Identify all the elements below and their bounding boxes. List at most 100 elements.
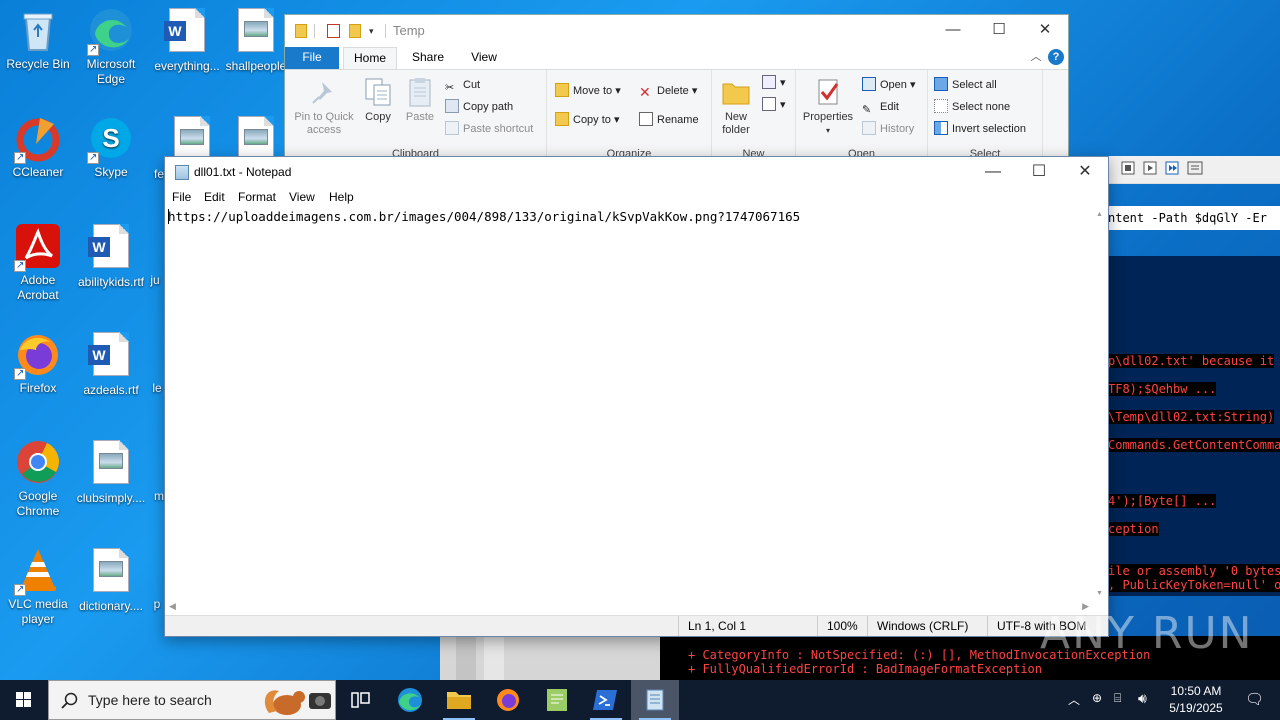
desktop-icon-vlc[interactable]: VLC media player <box>0 546 76 627</box>
move-to-button[interactable]: Move to ▾ <box>555 82 621 100</box>
horizontal-scrollbar[interactable]: ◀ ▶ <box>165 599 1093 616</box>
notepad-window[interactable]: dll01.txt - Notepad — ☐ ✕ File Edit Form… <box>164 156 1109 637</box>
minimize-icon[interactable]: — <box>970 157 1016 187</box>
tab-share[interactable]: Share <box>403 47 453 69</box>
status-zoom: 100% <box>817 616 867 636</box>
desktop-icon-azdeals[interactable]: W azdeals.rtf <box>73 330 149 398</box>
tab-file[interactable]: File <box>285 47 339 69</box>
powershell-error-line: ception <box>1108 522 1159 536</box>
taskbar-file-explorer[interactable] <box>435 680 483 720</box>
task-view-icon <box>351 692 370 708</box>
copy-to-button[interactable]: Copy to ▾ <box>555 111 620 129</box>
taskbar-powershell[interactable] <box>582 680 630 720</box>
powershell-error-line: ile or assembly '0 bytes <box>1108 564 1280 578</box>
new-folder-button[interactable]: New folder <box>716 76 756 137</box>
taskbar-firefox[interactable] <box>484 680 532 720</box>
network-security-icon[interactable]: ⊕ <box>1092 691 1102 705</box>
desktop-icon-firefox[interactable]: Firefox <box>0 330 76 396</box>
collapse-ribbon-icon[interactable]: ︿ <box>1029 47 1043 69</box>
explorer-titlebar[interactable]: ▾ Temp — ☐ ✕ <box>285 15 1068 47</box>
customize-quick-access-icon[interactable]: ▾ <box>369 24 379 38</box>
select-all-button[interactable]: Select all <box>934 76 997 94</box>
taskbar-search-box[interactable]: Type here to search <box>48 680 336 720</box>
scroll-left-icon[interactable]: ◀ <box>169 601 176 612</box>
menu-format[interactable]: Format <box>238 190 276 204</box>
rename-button[interactable]: Rename <box>639 111 699 129</box>
notifications-icon[interactable]: 🗨︎ <box>1245 690 1264 708</box>
taskbar-notepad[interactable] <box>631 680 679 720</box>
pencil-icon: ✎ <box>862 104 872 116</box>
chevron-down-icon: ▾ <box>825 126 830 135</box>
folder-icon <box>295 24 307 38</box>
desktop-icon-acrobat[interactable]: Adobe Acrobat <box>0 222 76 303</box>
windows-logo-icon <box>16 692 31 707</box>
status-line-endings: Windows (CRLF) <box>867 616 987 636</box>
menu-help[interactable]: Help <box>329 190 354 204</box>
desktop-icon-shallpeople[interactable]: shallpeople <box>224 6 288 74</box>
menu-edit[interactable]: Edit <box>204 190 225 204</box>
paste-shortcut-button[interactable]: Paste shortcut <box>445 120 533 138</box>
show-hidden-icons-chevron-icon[interactable]: ︿ <box>1068 691 1080 708</box>
history-label: History <box>880 123 915 135</box>
history-button[interactable]: History <box>862 120 914 138</box>
notepad-titlebar[interactable]: dll01.txt - Notepad — ☐ ✕ <box>165 157 1108 187</box>
powershell-error-line: , PublicKeyToken=null' or <box>1108 578 1280 592</box>
close-icon[interactable]: ✕ <box>1062 157 1108 187</box>
scroll-up-icon[interactable]: ▲ <box>1096 211 1103 218</box>
maximize-icon[interactable]: ☐ <box>976 15 1022 45</box>
taskbar-notepadpp[interactable] <box>533 680 581 720</box>
copy-path-label: Copy path <box>463 101 514 113</box>
menu-file[interactable]: File <box>172 190 191 204</box>
desktop-icon-ccleaner[interactable]: CCleaner <box>0 114 76 180</box>
desktop-icon-abilitykids[interactable]: W abilitykids.rtf <box>73 222 149 290</box>
maximize-icon[interactable]: ☐ <box>1016 157 1062 187</box>
invert-selection-button[interactable]: Invert selection <box>934 120 1026 138</box>
task-view-button[interactable] <box>336 680 384 720</box>
properties-button[interactable]: Properties ▾ <box>798 76 858 137</box>
notepad-content: https://uploaddeimagens.com.br/images/00… <box>168 209 801 224</box>
desktop-icon-everything[interactable]: W everything... <box>149 6 225 74</box>
new-folder-icon[interactable] <box>349 24 361 38</box>
scroll-down-icon[interactable]: ▼ <box>1096 590 1103 597</box>
taskbar: Type here to search ︿ ⊕ ⌸ 🔊︎ 10:50 AM 5/… <box>0 680 1280 720</box>
properties-check-icon[interactable] <box>327 24 340 38</box>
menu-view[interactable]: View <box>289 190 315 204</box>
powershell-console[interactable]: p\dll02.txt' because it TF8);$Qehbw ... … <box>1108 256 1280 596</box>
powershell-error-line: TF8);$Qehbw ... <box>1108 382 1217 396</box>
network-icon[interactable]: ⌸ <box>1114 691 1121 706</box>
vertical-scrollbar[interactable]: ▲ ▼ <box>1091 209 1108 599</box>
copy-button[interactable]: Copy <box>361 76 395 124</box>
paste-icon <box>404 76 436 108</box>
copy-path-button[interactable]: Copy path <box>445 98 513 116</box>
open-button[interactable]: Open ▾ <box>862 76 916 94</box>
invert-selection-label: Invert selection <box>952 123 1026 135</box>
minimize-icon[interactable]: — <box>930 15 976 45</box>
edge-icon <box>398 688 422 712</box>
desktop-icon-recycle-bin[interactable]: Recycle Bin <box>0 6 76 72</box>
new-item-icon <box>762 75 776 89</box>
desktop-icon-clubsimply[interactable]: clubsimply.... <box>73 438 149 506</box>
tab-view[interactable]: View <box>459 47 509 69</box>
desktop-icon-dictionary[interactable]: dictionary.... <box>73 546 149 614</box>
volume-icon[interactable]: 🔊︎ <box>1138 690 1147 707</box>
desktop-icon-skype[interactable]: S Skype <box>73 114 149 180</box>
easy-access-button[interactable]: ▾ <box>762 96 786 114</box>
new-item-button[interactable]: ▾ <box>762 74 786 92</box>
help-icon[interactable]: ? <box>1048 49 1064 65</box>
select-none-button[interactable]: Select none <box>934 98 1010 116</box>
taskbar-clock[interactable]: 10:50 AM 5/19/2025 <box>1160 683 1232 717</box>
start-button[interactable] <box>0 680 48 720</box>
file-explorer-window[interactable]: ▾ Temp — ☐ ✕ File Home Share View ︿ ? Pi… <box>284 14 1069 166</box>
tab-home[interactable]: Home <box>343 47 397 69</box>
edit-button[interactable]: ✎ Edit <box>862 98 899 116</box>
taskbar-edge[interactable] <box>386 680 434 720</box>
notepad-text-area[interactable]: https://uploaddeimagens.com.br/images/00… <box>165 209 1095 599</box>
desktop-icon-edge[interactable]: Microsoft Edge <box>73 6 149 87</box>
close-icon[interactable]: ✕ <box>1022 15 1068 45</box>
paste-button[interactable]: Paste <box>401 76 439 124</box>
powershell-toolbar <box>1108 156 1280 184</box>
pin-quick-access-button[interactable]: Pin to Quick access <box>289 76 359 137</box>
cut-button[interactable]: ✂ Cut <box>445 76 480 94</box>
delete-button[interactable]: ✕ Delete ▾ <box>639 82 697 100</box>
desktop-icon-chrome[interactable]: Google Chrome <box>0 438 76 519</box>
